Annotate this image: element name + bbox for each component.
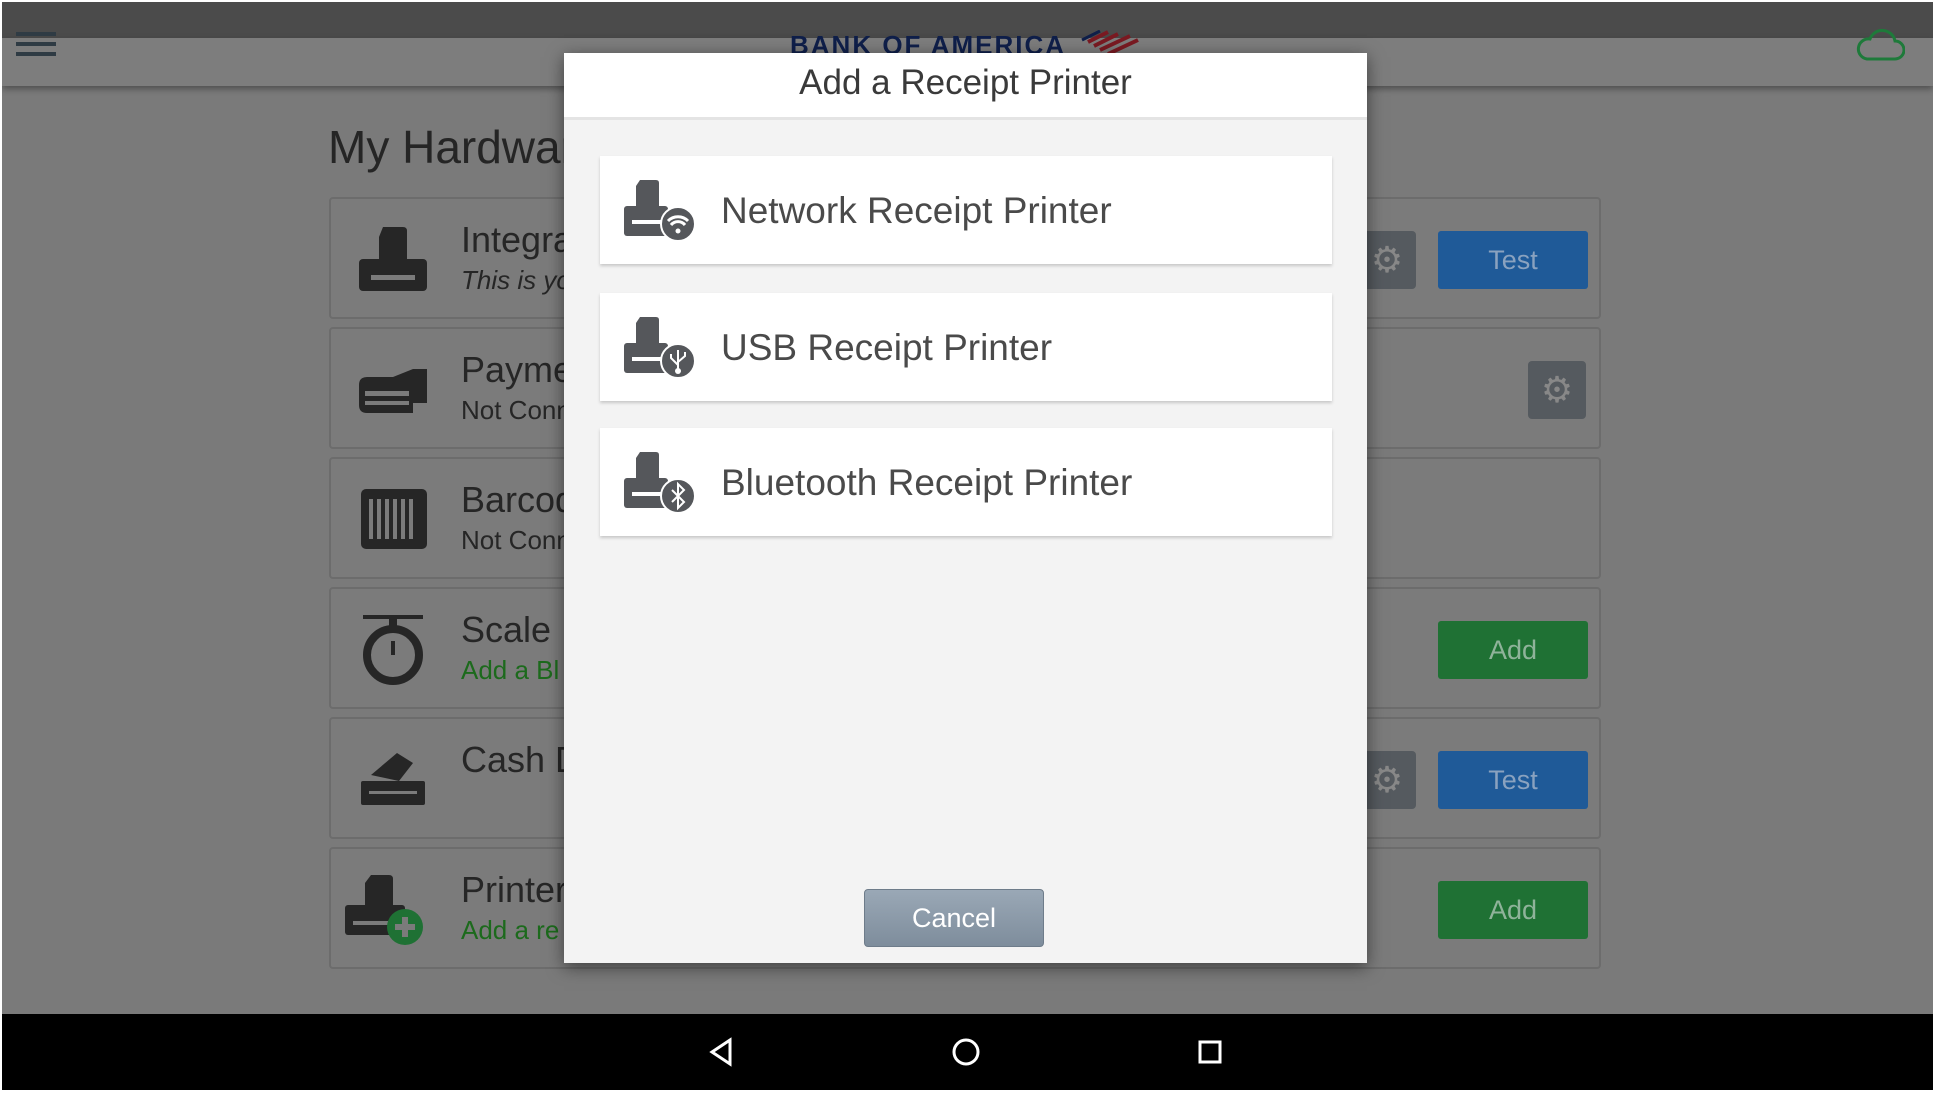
add-button[interactable]: Add bbox=[1438, 881, 1588, 939]
row-subtitle: Add a Bl bbox=[461, 655, 560, 685]
settings-gear-icon[interactable]: ⚙ bbox=[1528, 361, 1586, 419]
printer-icon bbox=[359, 227, 427, 291]
android-nav-bar bbox=[2, 1014, 1933, 1090]
row-title: Integra bbox=[461, 219, 574, 260]
printer-add-icon bbox=[345, 875, 423, 945]
row-subtitle: Not Conn bbox=[461, 525, 571, 555]
test-button[interactable]: Test bbox=[1438, 231, 1588, 289]
home-icon[interactable] bbox=[948, 1034, 984, 1070]
hamburger-menu-icon[interactable] bbox=[16, 32, 56, 56]
cancel-button[interactable]: Cancel bbox=[864, 889, 1044, 947]
option-label: Bluetooth Receipt Printer bbox=[721, 462, 1133, 503]
cloud-sync-icon[interactable] bbox=[1855, 28, 1905, 62]
page-title: My Hardware bbox=[328, 121, 602, 173]
row-subtitle: This is yo bbox=[461, 265, 571, 295]
back-icon[interactable] bbox=[704, 1034, 740, 1070]
cash-drawer-icon bbox=[361, 753, 425, 805]
barcode-icon bbox=[361, 489, 427, 549]
option-bluetooth-receipt-printer[interactable]: Bluetooth Receipt Printer bbox=[600, 428, 1332, 536]
recents-icon[interactable] bbox=[1192, 1034, 1228, 1070]
row-title: Payme bbox=[461, 349, 574, 390]
dialog-title: Add a Receipt Printer bbox=[564, 53, 1367, 120]
screen: BANK OF AMERICA My Hardware Integra This… bbox=[2, 2, 1933, 1090]
row-title: Scale bbox=[461, 609, 552, 650]
scale-icon bbox=[363, 615, 423, 685]
row-title: Printer bbox=[461, 869, 568, 910]
card-reader-icon bbox=[359, 369, 427, 413]
test-button[interactable]: Test bbox=[1438, 751, 1588, 809]
bluetooth-printer-icon bbox=[624, 452, 696, 512]
row-subtitle: Not Conn bbox=[461, 395, 571, 425]
network-printer-icon bbox=[624, 180, 696, 240]
option-label: Network Receipt Printer bbox=[721, 190, 1112, 231]
row-title: Barcod bbox=[461, 479, 576, 520]
option-label: USB Receipt Printer bbox=[721, 327, 1053, 368]
add-button[interactable]: Add bbox=[1438, 621, 1588, 679]
usb-printer-icon bbox=[624, 317, 696, 377]
add-receipt-printer-dialog: Add a Receipt Printer Network Receipt Pr… bbox=[564, 53, 1367, 963]
row-subtitle: Add a re bbox=[461, 915, 560, 945]
option-usb-receipt-printer[interactable]: USB Receipt Printer bbox=[600, 293, 1332, 401]
option-network-receipt-printer[interactable]: Network Receipt Printer bbox=[600, 156, 1332, 264]
